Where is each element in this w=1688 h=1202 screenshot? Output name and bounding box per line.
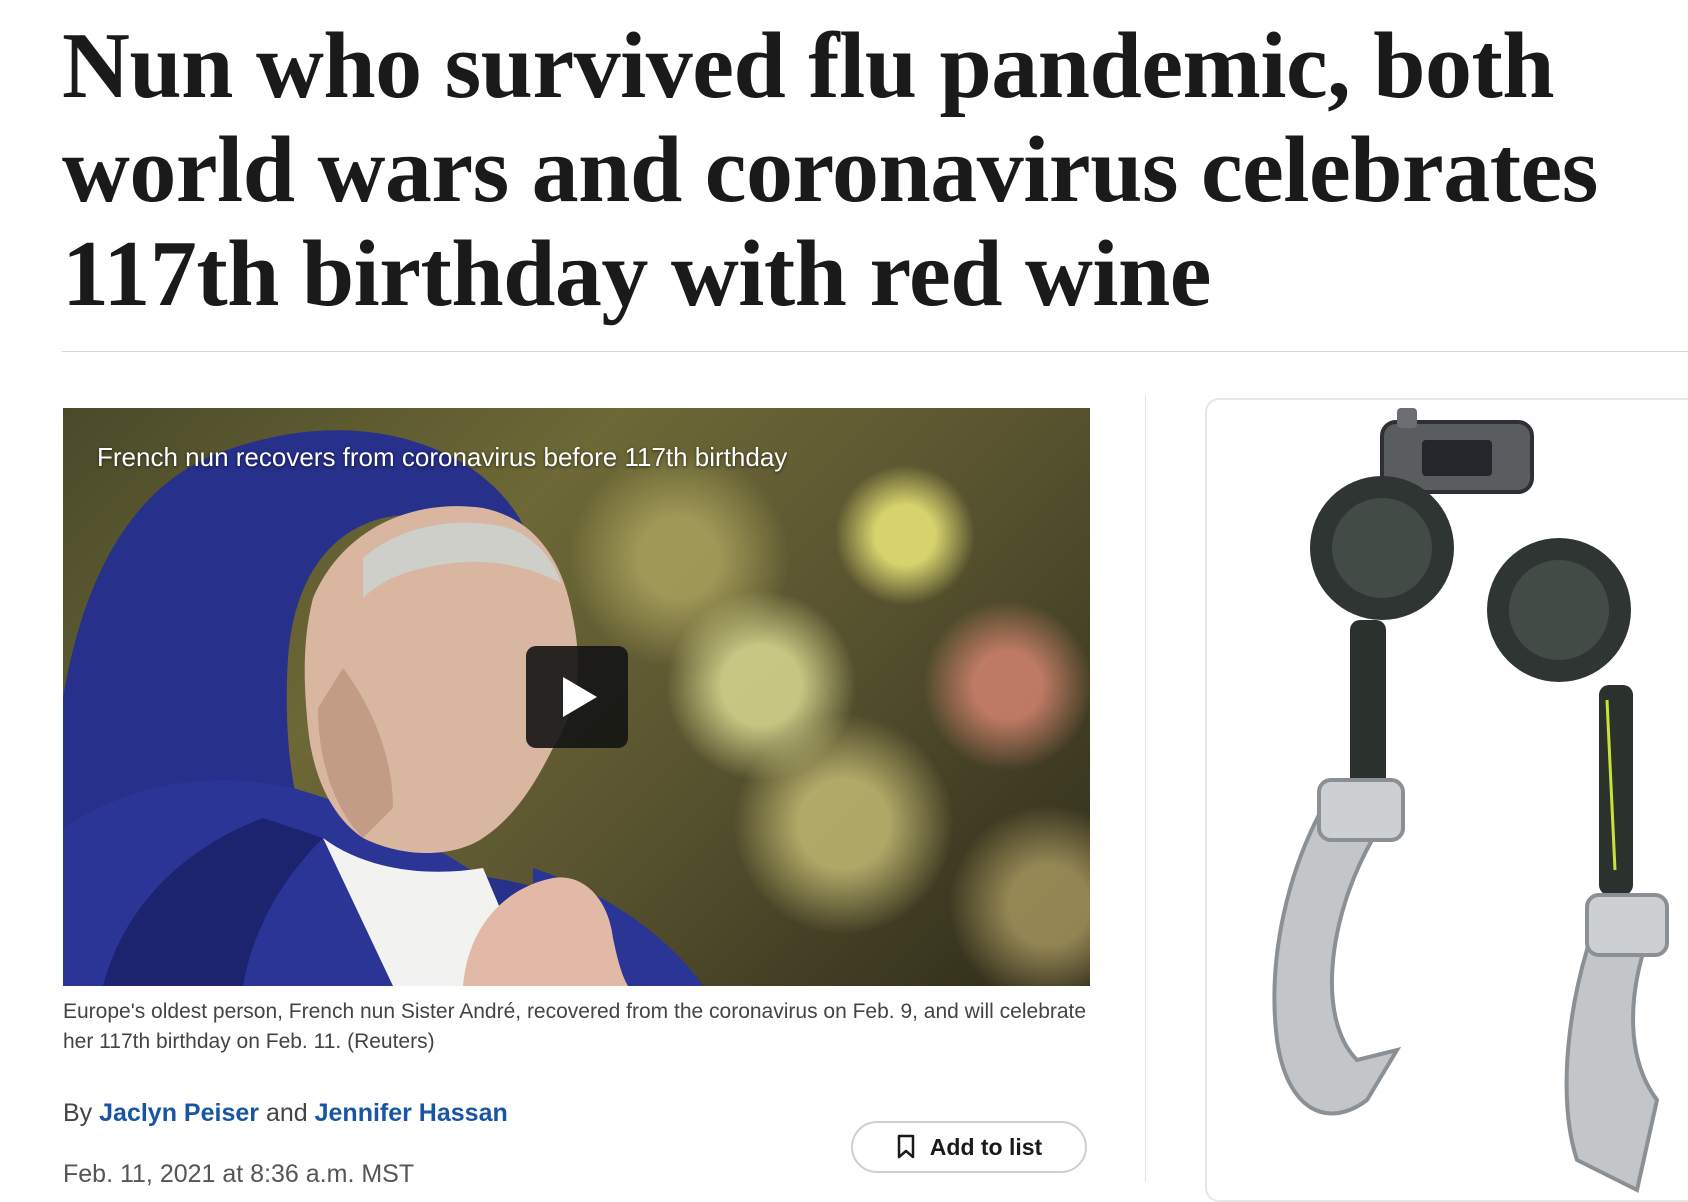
add-to-list-label: Add to list [929, 1133, 1043, 1160]
author-link-jaclyn-peiser[interactable]: Jaclyn Peiser [99, 1099, 259, 1127]
byline: By Jaclyn Peiser and Jennifer Hassan [63, 1099, 508, 1128]
video-player[interactable]: French nun recovers from coronavirus bef… [63, 408, 1090, 986]
video-title: French nun recovers from coronavirus bef… [97, 442, 788, 472]
bookmark-icon [897, 1134, 915, 1159]
publish-date: Feb. 11, 2021 at 8:36 a.m. MST [63, 1160, 415, 1188]
video-caption: Europe's oldest person, French nun Siste… [63, 1000, 1087, 1053]
add-to-list-button[interactable]: Add to list [851, 1121, 1087, 1173]
byline-conjunction: and [265, 1099, 308, 1127]
play-icon [563, 677, 597, 717]
byline-prefix: By [63, 1099, 93, 1127]
author-link-jennifer-hassan[interactable]: Jennifer Hassan [315, 1099, 508, 1127]
column-divider [1145, 395, 1146, 1182]
article-headline: Nun who survived flu pandemic, both worl… [62, 14, 1598, 326]
play-button[interactable] [526, 646, 628, 748]
header-divider [62, 351, 1688, 352]
ad-product-image [1272, 408, 1669, 1193]
advertisement[interactable] [1205, 398, 1688, 1202]
